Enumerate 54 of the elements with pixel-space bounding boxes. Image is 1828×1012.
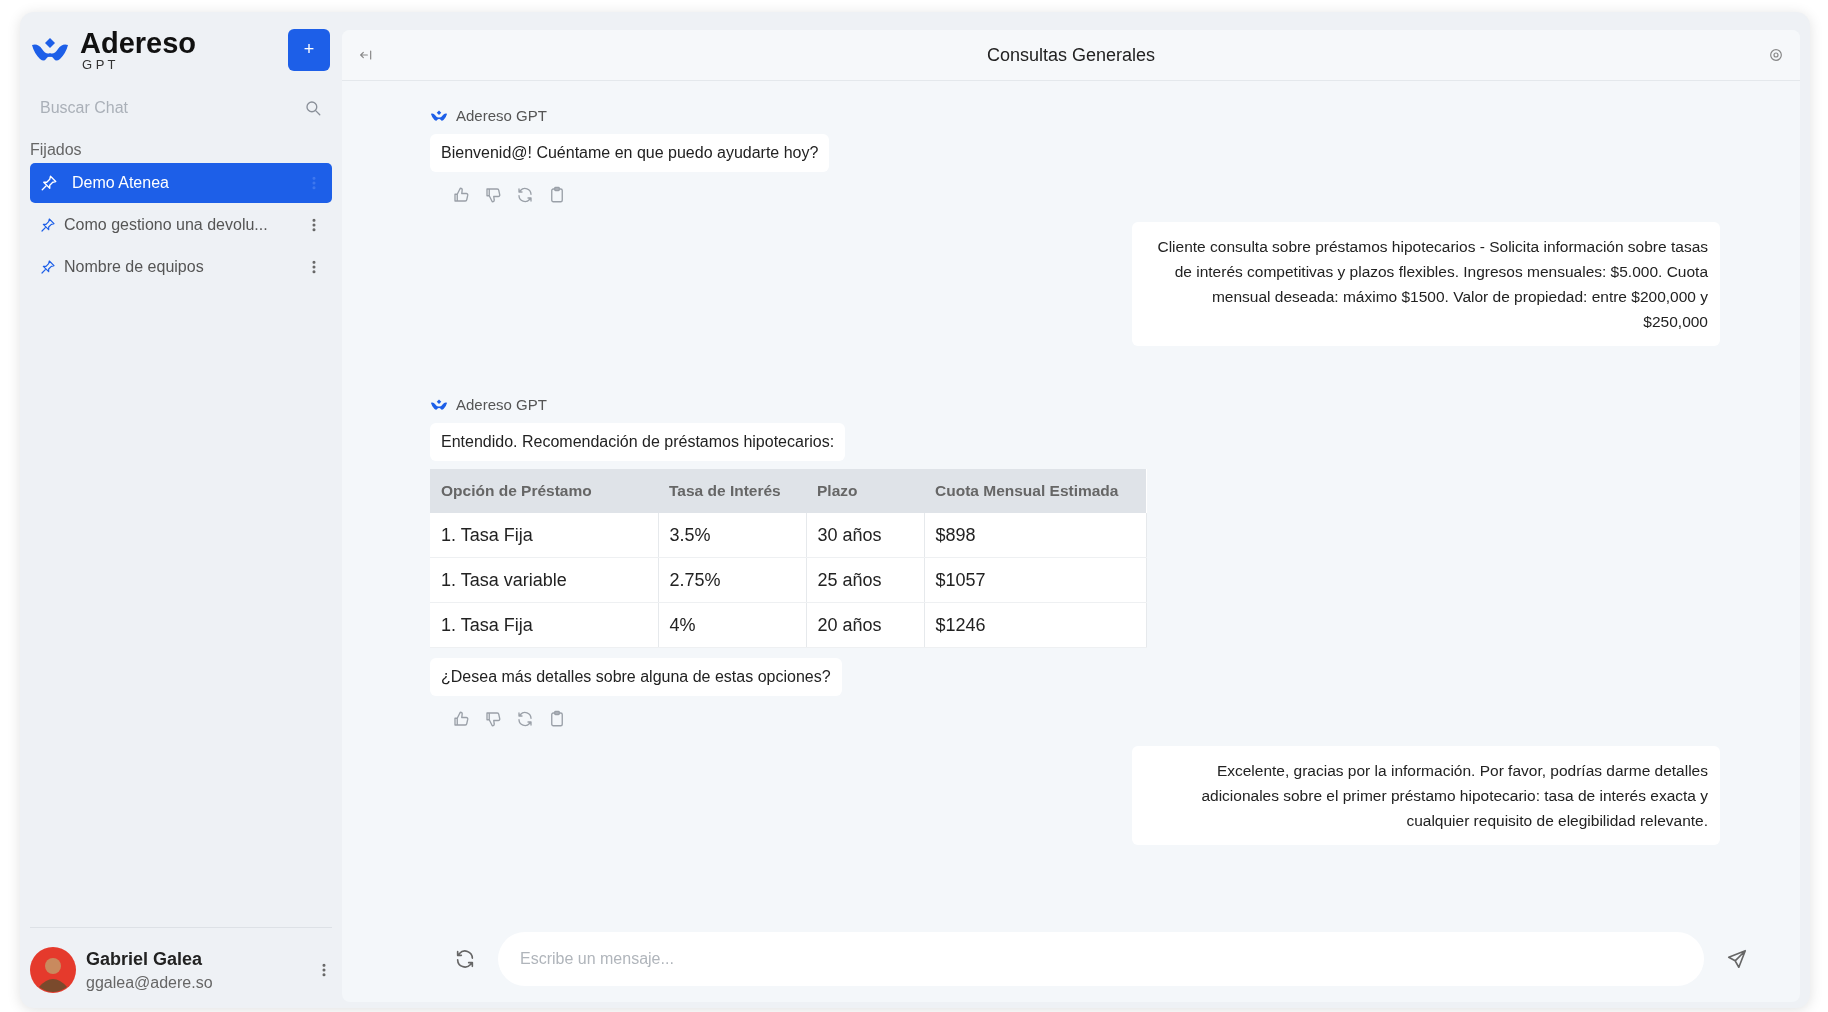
bot-message: Bienvenid@! Cuéntame en que puedo ayudarte hoy? bbox=[430, 134, 830, 172]
clipboard-icon[interactable] bbox=[548, 186, 566, 204]
search-icon[interactable] bbox=[304, 99, 322, 117]
user-message: Excelente, gracias por la información. Por favor, podrías darme detalles adicionales sobre el primer préstamo hipotecario: tasa de interés exacta y cualquier requisito de elegibilidad relevante. bbox=[1132, 746, 1720, 845]
column-header: Cuota Mensual Estimada bbox=[924, 469, 1146, 513]
message-field[interactable]: Escribe un mensaje... bbox=[498, 932, 1704, 986]
send-icon[interactable] bbox=[1726, 948, 1748, 970]
brand-subtitle: G P T bbox=[82, 58, 117, 71]
table-cell: $1246 bbox=[924, 602, 1146, 648]
refresh-icon[interactable] bbox=[454, 948, 476, 970]
table-cell: 4% bbox=[658, 602, 806, 648]
search-field[interactable]: Buscar Chat bbox=[38, 98, 262, 118]
thumbs-up-icon[interactable] bbox=[452, 186, 470, 204]
settings-icon[interactable] bbox=[1768, 47, 1784, 63]
pin-icon[interactable] bbox=[40, 217, 56, 233]
pin-icon[interactable] bbox=[40, 174, 58, 192]
table-cell: 2.75% bbox=[658, 557, 806, 603]
table-cell: 20 años bbox=[806, 602, 924, 648]
avatar bbox=[30, 947, 76, 993]
chat-item[interactable]: Nombre de equipos bbox=[30, 247, 332, 287]
sender-name: Adereso GPT bbox=[456, 396, 547, 413]
table-cell: $898 bbox=[924, 513, 1146, 558]
table-cell: $1057 bbox=[924, 557, 1146, 603]
chat-title: Consultas Generales bbox=[986, 44, 1156, 66]
thumbs-down-icon[interactable] bbox=[484, 710, 502, 728]
column-header: Opción de Préstamo bbox=[430, 469, 658, 513]
thumbs-up-icon[interactable] bbox=[452, 710, 470, 728]
table-cell: 1. Tasa Fija bbox=[430, 513, 658, 558]
column-header: Plazo bbox=[806, 469, 924, 513]
user-message: Cliente consulta sobre préstamos hipotecarios - Solicita información sobre tasas de interés competitivas y plazos flexibles. Ingresos mensuales: $5.000. Cuota mensual deseada: máximo $1500. Valor de propiedad: entre $200,000 y $250,000 bbox=[1132, 222, 1720, 346]
brand-name: Adereso bbox=[80, 28, 197, 58]
sender-name: Adereso GPT bbox=[456, 107, 547, 124]
table-cell: 1. Tasa Fija bbox=[430, 602, 658, 648]
clipboard-icon[interactable] bbox=[548, 710, 566, 728]
refresh-icon[interactable] bbox=[516, 186, 534, 204]
bot-message: ¿Desea más detalles sobre alguna de estas opciones? bbox=[430, 658, 842, 696]
new-chat-button[interactable]: + bbox=[288, 28, 330, 71]
section-label: Fijados bbox=[30, 141, 83, 159]
chat-item[interactable]: Como gestiono una devolu... bbox=[30, 205, 332, 245]
table-cell: 25 años bbox=[806, 557, 924, 603]
column-header: Tasa de Interés bbox=[658, 469, 806, 513]
collapse-icon[interactable] bbox=[358, 47, 374, 63]
bot-message: Entendido. Recomendación de préstamos hipotecarios: bbox=[430, 423, 846, 461]
user-name: Gabriel Galea bbox=[86, 948, 204, 970]
pin-icon[interactable] bbox=[40, 259, 56, 275]
chat-item[interactable]: Demo Atenea bbox=[30, 163, 332, 203]
refresh-icon[interactable] bbox=[516, 710, 534, 728]
user-email: ggalea@adere.so bbox=[86, 973, 214, 992]
logo-icon bbox=[430, 108, 448, 123]
table-cell: 3.5% bbox=[658, 513, 806, 558]
thumbs-down-icon[interactable] bbox=[484, 186, 502, 204]
table-cell: 1. Tasa variable bbox=[430, 557, 658, 603]
logo-icon bbox=[430, 397, 448, 412]
table-cell: 30 años bbox=[806, 513, 924, 558]
